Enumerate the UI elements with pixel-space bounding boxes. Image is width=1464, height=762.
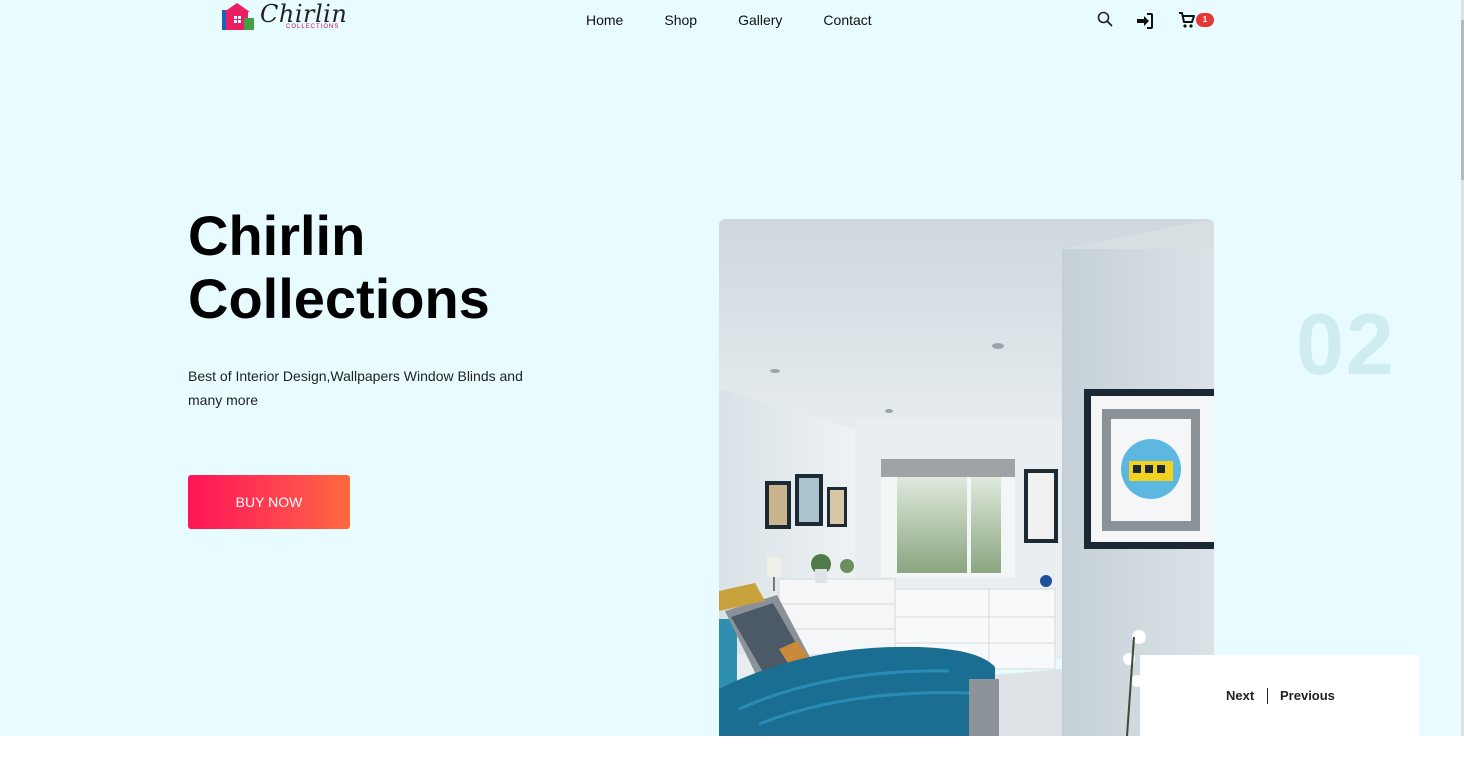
cart-icon[interactable]	[1178, 11, 1196, 29]
hero-title: Chirlin Collections	[188, 204, 608, 330]
hero-section: Chirlin COLLECTIONS Home Shop Gallery Co…	[0, 0, 1464, 736]
buy-now-button[interactable]: BUY NOW	[188, 475, 350, 529]
slider-divider	[1267, 688, 1268, 704]
nav-item-gallery[interactable]: Gallery	[738, 12, 782, 28]
main-nav: Home Shop Gallery Contact	[586, 12, 872, 28]
hero-title-line2: Collections	[188, 267, 490, 330]
cart-count-badge: 1	[1196, 13, 1214, 27]
next-button[interactable]: Next	[1226, 688, 1254, 703]
search-icon[interactable]	[1096, 10, 1114, 28]
hero-subtitle: Best of Interior Design,Wallpapers Windo…	[188, 368, 523, 408]
sign-in-icon[interactable]	[1136, 12, 1154, 30]
brand-logo[interactable]: Chirlin COLLECTIONS	[220, 0, 347, 36]
hero-title-line1: Chirlin	[188, 204, 366, 267]
nav-item-home[interactable]: Home	[586, 12, 623, 28]
logo-tagline: COLLECTIONS	[286, 24, 340, 30]
slider-controls: Next Previous	[1140, 655, 1419, 736]
previous-button[interactable]: Previous	[1280, 688, 1335, 703]
logo-house-icon	[222, 3, 254, 30]
nav-item-shop[interactable]: Shop	[664, 12, 697, 28]
nav-item-contact[interactable]: Contact	[823, 12, 871, 28]
slide-number: 02	[1296, 297, 1396, 393]
